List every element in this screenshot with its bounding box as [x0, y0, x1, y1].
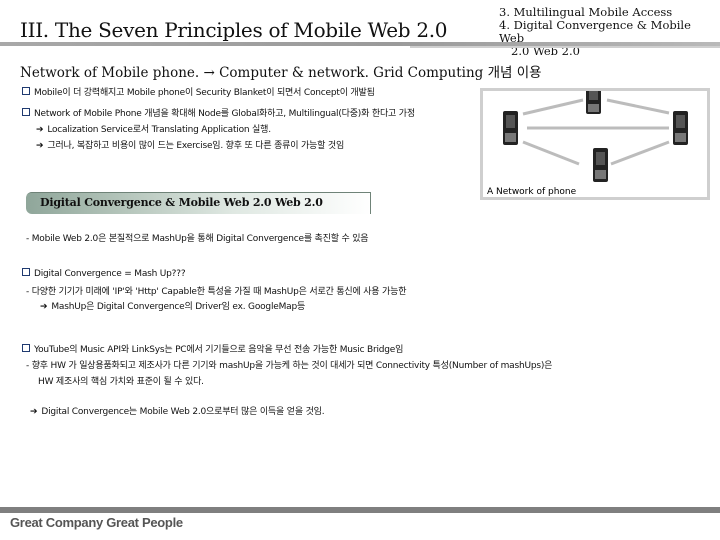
- header-divider-accent: [410, 46, 720, 48]
- square-bullet-icon: [22, 344, 30, 352]
- bullet-item: Digital Convergence = Mash Up???: [22, 268, 186, 279]
- network-figure: A Network of phone: [480, 88, 710, 200]
- banner-title: Digital Convergence & Mobile Web 2.0 Web…: [40, 196, 323, 209]
- toc-item: 4. Digital Convergence & Mobile: [499, 18, 691, 32]
- network-diagram: [503, 91, 688, 182]
- phone-icon: [503, 111, 518, 145]
- page-title: III. The Seven Principles of Mobile Web …: [20, 18, 448, 42]
- network-link: [610, 140, 670, 166]
- bullet-text: Mobile이 더 강력해지고 Mobile phone이 Security B…: [34, 88, 375, 98]
- arrow-right-icon: ➔: [40, 302, 48, 312]
- dash-item: - Mobile Web 2.0은 본질적으로 MashUp을 통해 Digit…: [26, 234, 369, 244]
- footer-divider: [0, 507, 720, 513]
- arrow-item: ➔ 그러나, 복잡하고 비용이 많이 드는 Exercise임. 향후 또 다른 …: [36, 138, 344, 151]
- bullet-item: Network of Mobile Phone 개념을 확대해 Node를 Gl…: [22, 106, 415, 119]
- dash-item: - 향후 HW 가 일상용품화되고 제조사가 다른 기기와 mashUp을 가능…: [26, 361, 553, 371]
- toc-overlay: 3. Multilingual Mobile Access 4. Digital…: [499, 6, 699, 58]
- bullet-text: YouTube의 Music API와 LinkSys는 PC에서 기기들으로 …: [34, 345, 404, 355]
- arrow-text: Digital Convergence는 Mobile Web 2.0으로부터 …: [41, 407, 325, 417]
- dash-item: - 다양한 기기가 미래에 'IP'와 'Http' Capable한 특성을 …: [26, 287, 407, 297]
- arrow-text: 그러나, 복잡하고 비용이 많이 드는 Exercise임. 향후 또 다른 종…: [47, 141, 345, 151]
- figure-caption: A Network of phone: [487, 187, 577, 197]
- section-banner: Digital Convergence & Mobile Web 2.0 Web…: [26, 192, 371, 214]
- arrow-text: Localization Service로서 Translating Appli…: [47, 125, 271, 135]
- phone-icon: [593, 148, 608, 182]
- arrow-item: ➔ Localization Service로서 Translating Appl…: [36, 122, 271, 135]
- bullet-text: Digital Convergence = Mash Up???: [34, 269, 186, 279]
- arrow-right-icon: ➔: [36, 141, 44, 151]
- phone-icon: [586, 91, 601, 114]
- network-link: [522, 140, 580, 166]
- phone-icon: [673, 111, 688, 145]
- square-bullet-icon: [22, 268, 30, 276]
- arrow-item: ➔ MashUp은 Digital Convergence의 Driver임 ex…: [40, 299, 305, 312]
- footer-slogan: Great Company Great People: [10, 515, 183, 530]
- network-link: [522, 98, 584, 116]
- arrow-right-icon: ➔: [36, 125, 44, 135]
- arrow-right-icon: ➔: [30, 407, 38, 417]
- bullet-item: YouTube의 Music API와 LinkSys는 PC에서 기기들으로 …: [22, 342, 403, 355]
- bullet-text: Network of Mobile Phone 개념을 확대해 Node를 Gl…: [34, 109, 415, 119]
- dash-item-continued: HW 제조사의 핵심 가치와 표준이 될 수 있다.: [38, 377, 204, 387]
- bullet-item: Mobile이 더 강력해지고 Mobile phone이 Security B…: [22, 85, 375, 98]
- network-link: [606, 98, 670, 115]
- square-bullet-icon: [22, 87, 30, 95]
- arrow-text: MashUp은 Digital Convergence의 Driver임 ex.…: [51, 302, 306, 312]
- section-subtitle: Network of Mobile phone. → Computer & ne…: [20, 65, 542, 81]
- arrow-item: ➔ Digital Convergence는 Mobile Web 2.0으로부터…: [30, 404, 325, 417]
- square-bullet-icon: [22, 108, 30, 116]
